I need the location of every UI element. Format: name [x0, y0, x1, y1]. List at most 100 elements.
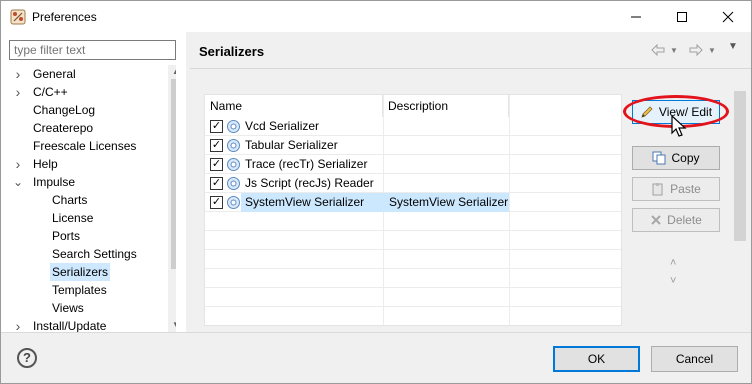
- row-name-cell: SystemView Serializer: [245, 195, 365, 209]
- tree-item-label: Freescale Licenses: [33, 139, 137, 153]
- row-checkbox[interactable]: ✓: [210, 139, 223, 152]
- table-row[interactable]: ✓ Js Script (recJs) Reader: [205, 174, 621, 193]
- scrollbar-thumb[interactable]: [171, 79, 176, 269]
- delete-button[interactable]: Delete: [632, 208, 720, 232]
- tree-item-charts[interactable]: Charts: [9, 191, 164, 209]
- empty-table-row: [205, 269, 621, 288]
- copy-icon: [652, 151, 666, 165]
- window-title: Preferences: [32, 10, 97, 24]
- minimize-icon: [631, 16, 641, 17]
- row-description-cell: SystemView Serializer: [389, 195, 509, 209]
- right-scrollbar[interactable]: [732, 69, 748, 332]
- serializer-icon: [227, 158, 240, 171]
- title-bar: Preferences: [1, 1, 751, 32]
- table-row[interactable]: ✓ SystemView Serializer SystemView Seriali…: [205, 193, 621, 212]
- tree-item-views[interactable]: Views: [9, 299, 164, 317]
- row-name-cell: Trace (recTr) Serializer: [245, 157, 368, 171]
- table-row[interactable]: ✓ Trace (recTr) Serializer: [205, 155, 621, 174]
- delete-icon: [651, 215, 661, 225]
- empty-table-row: [205, 250, 621, 269]
- paste-button[interactable]: Paste: [632, 177, 720, 201]
- serializers-table: Name Description ✓ Vcd Serializer ✓ Tabular…: [204, 94, 622, 326]
- tree-item-general[interactable]: › General: [9, 65, 164, 83]
- tree-item-createrepo[interactable]: Createrepo: [9, 119, 164, 137]
- ok-button[interactable]: OK: [553, 346, 640, 372]
- chevron-right-icon[interactable]: ›: [13, 65, 23, 83]
- tree-item-label: General: [33, 67, 76, 81]
- tree-item-freescale-licenses[interactable]: Freescale Licenses: [9, 137, 164, 155]
- tree-item-label: Ports: [52, 229, 81, 243]
- empty-table-row: [205, 212, 621, 231]
- tree-item-search-settings[interactable]: Search Settings: [9, 245, 164, 263]
- preferences-tree: › General › C/C++ ChangeLog Createrepo Freesca…: [9, 65, 176, 332]
- cancel-button[interactable]: Cancel: [651, 346, 738, 372]
- tree-item-install-update[interactable]: › Install/Update: [9, 317, 164, 332]
- view-menu-icon[interactable]: ▼: [728, 41, 738, 52]
- row-checkbox[interactable]: ✓: [210, 120, 223, 133]
- delete-label: Delete: [667, 213, 702, 227]
- mouse-cursor-icon: [671, 115, 687, 137]
- tree-item-label: Impulse: [33, 175, 76, 189]
- paste-label: Paste: [670, 182, 701, 196]
- title-separator: [190, 68, 751, 69]
- tree-item-label: Charts: [52, 193, 88, 207]
- column-header-name[interactable]: Name: [205, 95, 383, 117]
- scroll-up-icon[interactable]: ▲: [168, 65, 176, 79]
- scroll-down-icon[interactable]: ▼: [168, 318, 176, 332]
- forward-nav-button[interactable]: ▼: [688, 41, 716, 59]
- tree-item-changelog[interactable]: ChangeLog: [9, 101, 164, 119]
- copy-button[interactable]: Copy: [632, 146, 720, 170]
- tree-item-label: Views: [52, 301, 84, 315]
- serializer-icon: [227, 177, 240, 190]
- tree-item-label: C/C++: [33, 85, 68, 99]
- empty-table-row: [205, 307, 621, 325]
- tree-scrollbar[interactable]: ▲ ▼: [168, 65, 176, 332]
- help-button[interactable]: ?: [17, 348, 37, 368]
- move-up-icon[interactable]: ˄: [670, 257, 676, 269]
- tree-item-c-c-[interactable]: › C/C++: [9, 83, 164, 101]
- tree-item-label: Install/Update: [33, 319, 107, 332]
- tree-item-impulse[interactable]: ⌄ Impulse: [9, 173, 164, 191]
- close-button[interactable]: [705, 1, 751, 32]
- move-down-icon[interactable]: ˅: [670, 275, 676, 287]
- serializer-icon: [227, 139, 240, 152]
- tree-item-templates[interactable]: Templates: [9, 281, 164, 299]
- left-panel: › General › C/C++ ChangeLog Createrepo Freesca…: [1, 32, 186, 332]
- tree-item-label: License: [52, 211, 94, 225]
- minimize-button[interactable]: [613, 1, 659, 32]
- tree-item-license[interactable]: License: [9, 209, 164, 227]
- row-name-cell: Tabular Serializer: [245, 138, 338, 152]
- right-panel: Serializers ▼ ▼ ▼ Name Description ✓ Vcd …: [190, 32, 751, 332]
- tree-item-label: Search Settings: [52, 247, 137, 261]
- chevron-right-icon[interactable]: ›: [13, 317, 23, 332]
- table-row[interactable]: ✓ Vcd Serializer: [205, 117, 621, 136]
- tree-item-help[interactable]: › Help: [9, 155, 164, 173]
- preferences-window: Preferences › General › C/C++ ChangeLog Creat…: [0, 0, 752, 384]
- row-checkbox[interactable]: ✓: [210, 177, 223, 190]
- chevron-right-icon[interactable]: ›: [13, 83, 23, 101]
- dialog-button-bar: ? OK Cancel: [1, 332, 751, 383]
- tree-item-ports[interactable]: Ports: [9, 227, 164, 245]
- copy-label: Copy: [671, 151, 700, 165]
- tree-item-label: Help: [33, 157, 58, 171]
- tree-item-label: Templates: [52, 283, 107, 297]
- empty-table-row: [205, 288, 621, 307]
- table-row[interactable]: ✓ Tabular Serializer: [205, 136, 621, 155]
- row-checkbox[interactable]: ✓: [210, 158, 223, 171]
- maximize-button[interactable]: [659, 1, 705, 32]
- chevron-down-icon[interactable]: ⌄: [13, 173, 23, 191]
- page-title: Serializers: [199, 44, 265, 59]
- filter-input[interactable]: [9, 40, 176, 60]
- serializer-icon: [227, 196, 240, 209]
- scrollbar-thumb[interactable]: [734, 91, 746, 241]
- maximize-icon: [677, 11, 687, 22]
- back-nav-button[interactable]: ▼: [650, 41, 678, 59]
- column-header-description[interactable]: Description: [383, 95, 509, 117]
- back-dropdown-icon[interactable]: ▼: [670, 46, 678, 55]
- forward-dropdown-icon[interactable]: ▼: [708, 46, 716, 55]
- paste-icon: [652, 183, 663, 196]
- row-name-cell: Js Script (recJs) Reader: [245, 176, 374, 190]
- chevron-right-icon[interactable]: ›: [13, 155, 23, 173]
- row-checkbox[interactable]: ✓: [210, 196, 223, 209]
- tree-item-serializers[interactable]: Serializers: [9, 263, 164, 281]
